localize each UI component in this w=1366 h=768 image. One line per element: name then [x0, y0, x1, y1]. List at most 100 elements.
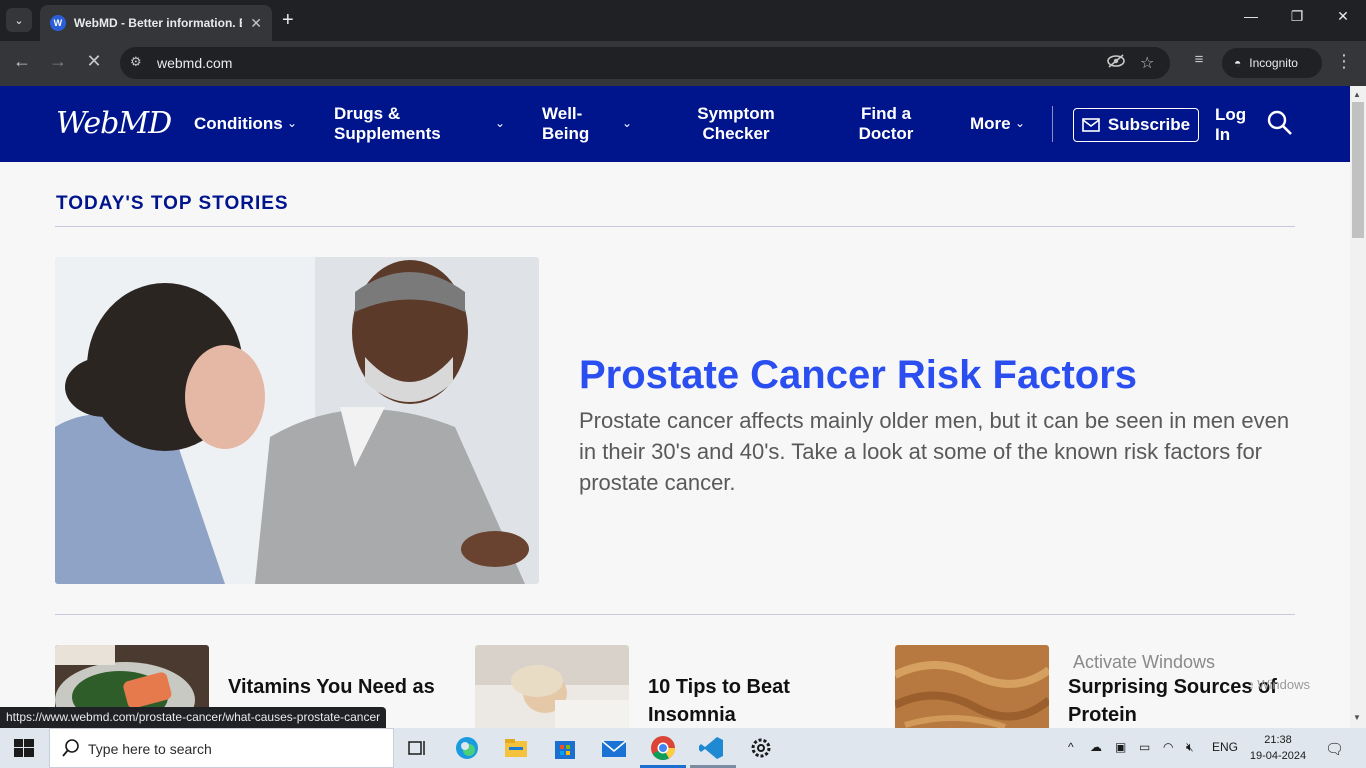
card-title-line-1: Vitamins You Need as	[228, 676, 435, 698]
divider	[55, 614, 1295, 615]
edge-icon[interactable]	[452, 734, 482, 762]
browser-tab-strip: ⌄ W WebMD - Better information. Better h…	[0, 0, 1366, 41]
nav-symptom-checker[interactable]: Symptom Checker	[697, 104, 775, 144]
reading-list-icon[interactable]: ≡	[1186, 51, 1212, 68]
nav-find-label: Find a	[860, 104, 912, 123]
nav-drugs-label: Drugs &	[334, 104, 401, 123]
chevron-down-icon[interactable]: ⌄	[1015, 116, 1025, 130]
hero-image[interactable]	[55, 257, 539, 584]
meet-now-icon[interactable]: ▣	[1115, 740, 1126, 754]
onedrive-icon[interactable]: ☁	[1090, 740, 1102, 754]
chevron-down-icon[interactable]: ⌄	[495, 116, 505, 130]
incognito-indicator[interactable]: ◓ Incognito	[1222, 48, 1322, 78]
url-text[interactable]: webmd.com	[157, 55, 232, 71]
card-title-insomnia[interactable]: 10 Tips to Beat Insomnia	[648, 673, 790, 729]
tab-title: WebMD - Better information. Better healt…	[73, 16, 242, 30]
minimize-icon[interactable]: —	[1228, 8, 1274, 24]
show-hidden-icons[interactable]: ^	[1068, 740, 1074, 754]
webmd-favicon-icon: W	[50, 15, 66, 31]
envelope-icon	[1082, 118, 1100, 132]
nav-symptom-label: Symptom	[697, 104, 775, 123]
incognito-label: Incognito	[1249, 56, 1298, 70]
card-title-line-2: Protein	[1068, 704, 1137, 726]
bookmark-star-icon[interactable]: ☆	[1140, 53, 1154, 73]
scroll-thumb[interactable]	[1352, 102, 1364, 238]
taskbar-search-placeholder: Type here to search	[88, 741, 212, 757]
browser-toolbar: ← → ✕ ⚙ webmd.com ☆ ≡ ◓ Incognito ⋮	[0, 41, 1366, 86]
windows-start-icon[interactable]	[14, 739, 34, 762]
card-title-protein[interactable]: Surprising Sources of Protein	[1068, 673, 1277, 729]
nav-supplements-label: Supplements	[334, 124, 441, 143]
close-window-icon[interactable]: ✕	[1320, 8, 1366, 25]
nav-checker-label: Checker	[702, 124, 770, 143]
login-label-1: Log	[1215, 105, 1247, 124]
address-bar[interactable]: ⚙ webmd.com ☆	[120, 47, 1170, 79]
hero-story-title[interactable]: Prostate Cancer Risk Factors	[579, 353, 1137, 398]
scroll-down-icon[interactable]: ▼	[1353, 713, 1361, 722]
wifi-icon[interactable]: ◠	[1163, 740, 1173, 754]
activate-windows-subtext: Go to Settings to activate Windows.	[1250, 677, 1310, 692]
windows-taskbar: Type here to search ^ ☁ ▣ ▭ ◠ 🔇︎ ENG 21:…	[0, 728, 1366, 768]
nav-more-label: More	[970, 114, 1011, 133]
clock[interactable]: 21:38 19-04-2024	[1240, 732, 1316, 764]
login-link[interactable]: Log In	[1215, 105, 1246, 145]
chevron-down-icon[interactable]: ⌄	[287, 116, 297, 130]
search-icon	[62, 739, 80, 762]
forward-icon[interactable]: →	[45, 51, 71, 72]
webmd-logo[interactable]: WebMD	[56, 106, 172, 141]
stop-loading-icon[interactable]: ✕	[81, 51, 107, 72]
nav-being-label: Being	[542, 124, 590, 143]
divider	[55, 226, 1295, 227]
language-indicator[interactable]: ENG	[1212, 740, 1238, 754]
mail-icon[interactable]	[599, 734, 629, 762]
clock-date: 19-04-2024	[1249, 750, 1307, 762]
back-icon[interactable]: ←	[9, 51, 35, 72]
battery-icon[interactable]: ▭	[1139, 740, 1150, 754]
browser-menu-icon[interactable]: ⋮	[1331, 51, 1357, 72]
taskbar-search-box[interactable]: Type here to search	[49, 728, 394, 768]
tracking-protection-icon[interactable]	[1106, 53, 1126, 74]
section-title: TODAY'S TOP STORIES	[56, 193, 289, 214]
page-scrollbar[interactable]: ▲ ▼	[1350, 86, 1366, 728]
tab-search-button[interactable]: ⌄	[6, 8, 32, 32]
nav-conditions-label: Conditions	[194, 114, 283, 133]
microsoft-store-icon[interactable]	[550, 734, 580, 762]
search-icon[interactable]	[1267, 110, 1293, 141]
volume-muted-icon[interactable]: 🔇︎	[1186, 740, 1194, 755]
incognito-icon: ◓	[1234, 56, 1242, 70]
card-image-insomnia[interactable]	[475, 645, 629, 735]
settings-gear-icon[interactable]	[746, 734, 776, 762]
login-label-2: In	[1215, 125, 1231, 144]
subscribe-label: Subscribe	[1107, 115, 1191, 134]
chevron-down-icon[interactable]: ⌄	[622, 116, 632, 130]
subscribe-button[interactable]: Subscribe	[1073, 108, 1199, 142]
card-image-protein[interactable]	[895, 645, 1049, 735]
hero-story-description: Prostate cancer affects mainly older men…	[579, 408, 1290, 495]
card-title-line-1: 10 Tips to Beat	[648, 676, 790, 698]
card-title-line-2: Insomnia	[648, 704, 736, 726]
new-tab-icon[interactable]: +	[282, 8, 294, 32]
activate-windows-watermark: Activate Windows	[1073, 652, 1216, 672]
card-title-line-1: Surprising Sources of	[1068, 676, 1277, 698]
file-explorer-icon[interactable]	[501, 734, 531, 762]
close-tab-icon[interactable]: ✕	[250, 15, 262, 32]
scroll-up-icon[interactable]: ▲	[1353, 90, 1361, 99]
nav-doctor-label: Doctor	[858, 124, 914, 143]
nav-more[interactable]: More	[970, 114, 1011, 134]
nav-well-label: Well-	[542, 104, 583, 123]
clock-time: 21:38	[1264, 734, 1292, 746]
vscode-icon[interactable]	[697, 734, 727, 762]
nav-divider	[1052, 106, 1053, 142]
status-bar-url: https://www.webmd.com/prostate-cancer/wh…	[0, 707, 387, 729]
site-header: WebMD Conditions ⌄ Drugs & Supplements ⌄…	[0, 86, 1350, 162]
nav-conditions[interactable]: Conditions	[194, 114, 283, 134]
task-view-icon[interactable]	[402, 734, 432, 762]
browser-tab[interactable]: W WebMD - Better information. Better hea…	[40, 5, 272, 41]
nav-well-being[interactable]: Well- Being	[542, 104, 589, 144]
site-info-icon[interactable]: ⚙	[130, 54, 142, 70]
nav-find-a-doctor[interactable]: Find a Doctor	[853, 104, 919, 144]
chrome-icon[interactable]	[648, 734, 678, 762]
notifications-icon[interactable]: 🗨︎	[1325, 740, 1344, 758]
restore-icon[interactable]: ❐	[1274, 8, 1320, 25]
nav-drugs-supplements[interactable]: Drugs & Supplements	[334, 104, 441, 144]
